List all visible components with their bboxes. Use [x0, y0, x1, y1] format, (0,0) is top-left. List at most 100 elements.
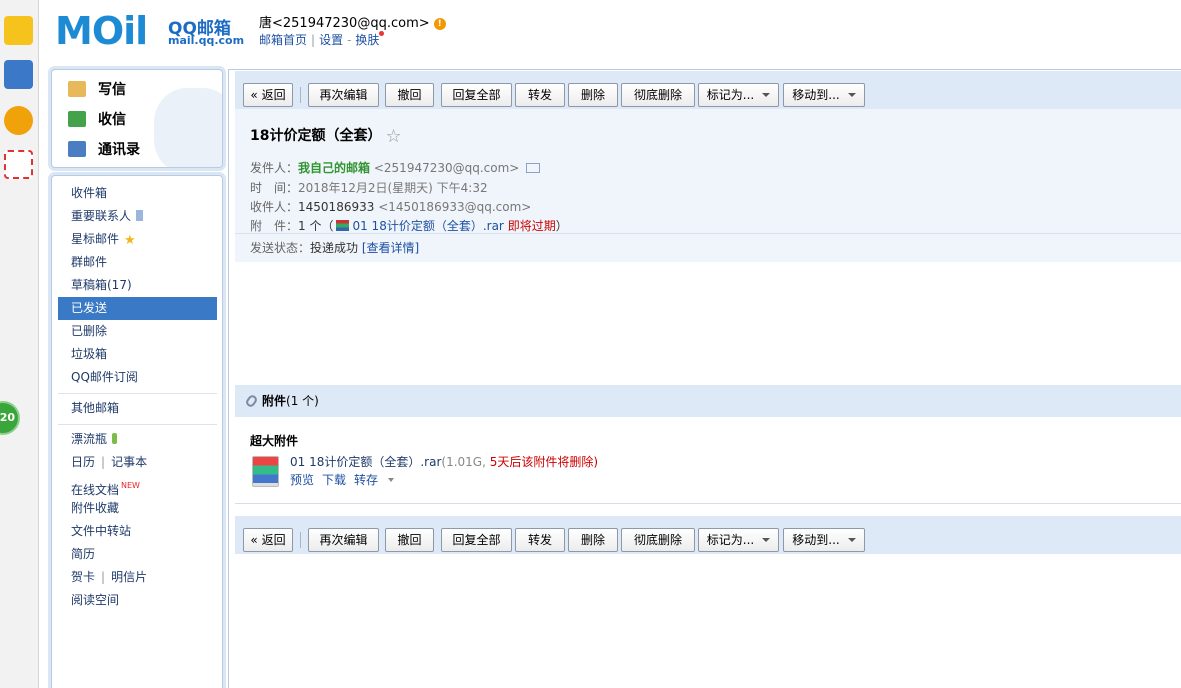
tool-docs[interactable]: 在线文档 NEW — [58, 474, 217, 497]
folder-sent[interactable]: 已发送 — [58, 297, 217, 320]
write-button[interactable]: 写信 — [68, 78, 126, 102]
folder-label: 群邮件 — [71, 255, 108, 269]
postcard-link[interactable]: 明信片 — [111, 570, 147, 584]
mail-at-icon[interactable] — [4, 150, 33, 179]
from-row: 发件人：我自己的邮箱 <251947230@qq.com> — [250, 159, 541, 176]
mark-as-dropdown[interactable]: 标记为... — [698, 83, 779, 107]
delete-button[interactable]: 删除 — [568, 83, 618, 107]
mail-subject: 18计价定额（全套） ☆ — [250, 125, 402, 147]
nav-settings-link[interactable]: 设置 — [319, 33, 343, 47]
move-to-label: 移动到... — [792, 88, 840, 102]
reedit-button[interactable]: 再次编辑 — [308, 528, 379, 552]
logo[interactable]: MOil QQ邮箱 mail.qq.com — [55, 9, 244, 53]
attachment-file-size: (1.01G, — [441, 455, 486, 469]
recall-button[interactable]: 撤回 — [385, 528, 434, 552]
to-name[interactable]: 1450186933 — [298, 200, 374, 214]
reply-all-button[interactable]: 回复全部 — [441, 528, 512, 552]
receive-button[interactable]: 收信 — [68, 108, 126, 132]
nav-home-link[interactable]: 邮箱首页 — [259, 33, 307, 47]
preview-link[interactable]: 预览 — [290, 473, 314, 487]
recall-button[interactable]: 撤回 — [385, 83, 434, 107]
attachment-row: 附 件：1 个（ 01 18计价定额（全套）.rar 即将过期） — [250, 217, 568, 234]
nav-skin-link[interactable]: 换肤 — [355, 33, 379, 47]
contacts-button[interactable]: 通讯录 — [68, 138, 140, 162]
folder-spam[interactable]: 垃圾箱 — [58, 343, 217, 366]
folder-starred[interactable]: 星标邮件 ★ — [58, 228, 217, 251]
tool-file-transfer[interactable]: 文件中转站 — [58, 520, 217, 543]
delete-button[interactable]: 删除 — [568, 528, 618, 552]
attachment-count: 1 个（ — [298, 219, 334, 233]
calendar-link[interactable]: 日历 — [71, 455, 95, 469]
notification-dot — [379, 31, 385, 36]
move-to-label: 移动到... — [792, 533, 840, 547]
tool-bottle[interactable]: 漂流瓶 — [58, 428, 217, 451]
news-icon[interactable] — [4, 60, 33, 89]
resume-label: 简历 — [71, 547, 96, 561]
star-icon[interactable] — [4, 16, 33, 45]
folder-label: 星标邮件 — [71, 232, 120, 246]
logo-text: MOil — [55, 9, 148, 53]
attachment-expiry-note: 5天后该附件将删除 — [489, 455, 594, 469]
reedit-button[interactable]: 再次编辑 — [308, 83, 379, 107]
folder-label: 重要联系人 — [71, 209, 132, 223]
status-value: 投递成功 — [310, 241, 359, 255]
folder-label: 草稿箱(17) — [71, 278, 132, 292]
tool-reading[interactable]: 阅读空间 — [58, 589, 217, 612]
delete-permanently-button[interactable]: 彻底删除 — [621, 83, 695, 107]
from-name[interactable]: 我自己的邮箱 — [298, 161, 370, 175]
back-button[interactable]: « 返回 — [243, 83, 293, 107]
save-dropdown[interactable]: 转存 — [354, 473, 402, 487]
from-label: 发件人： — [250, 161, 299, 175]
status-details-link[interactable]: [查看详情] — [362, 241, 419, 255]
tool-resume[interactable]: 简历 — [58, 543, 217, 566]
time-row: 时 间：2018年12月2日(星期天) 下午4:32 — [250, 179, 488, 196]
nav-separator: - — [347, 33, 352, 47]
mark-as-dropdown[interactable]: 标记为... — [698, 528, 779, 552]
folder-label: QQ邮件订阅 — [71, 370, 138, 384]
back-button[interactable]: « 返回 — [243, 528, 293, 552]
attachment-paren: ) — [593, 455, 599, 469]
card-link[interactable]: 贺卡 — [71, 570, 95, 584]
write-label: 写信 — [98, 82, 126, 98]
warning-icon[interactable]: ! — [433, 18, 446, 30]
folder-label: 已删除 — [71, 324, 108, 338]
star-toggle-icon[interactable]: ☆ — [385, 126, 401, 147]
other-mailbox[interactable]: 其他邮箱 — [58, 397, 217, 420]
attachment-actions: 预览 下载 转存 — [290, 471, 410, 488]
folder-inbox[interactable]: 收件箱 — [58, 182, 217, 205]
bookmark-icon — [136, 210, 144, 221]
forward-button[interactable]: 转发 — [515, 83, 565, 107]
folder-subscriptions[interactable]: QQ邮件订阅 — [58, 366, 217, 389]
move-to-dropdown[interactable]: 移动到... — [783, 528, 865, 552]
attachment-file-name[interactable]: 01 18计价定额（全套）.rar — [290, 455, 441, 469]
download-link[interactable]: 下载 — [322, 473, 346, 487]
attachment-link[interactable]: 01 18计价定额（全套）.rar — [352, 219, 503, 233]
score-badge[interactable]: 20 — [0, 401, 20, 435]
folder-nav: 收件箱 重要联系人 星标邮件 ★ 群邮件 草稿箱(17) 已发送 已删除 垃圾箱 … — [51, 175, 223, 688]
attachment-label: 附 件： — [250, 219, 299, 233]
folder-drafts[interactable]: 草稿箱(17) — [58, 274, 217, 297]
folder-group-mail[interactable]: 群邮件 — [58, 251, 217, 274]
notes-link[interactable]: 记事本 — [111, 455, 147, 469]
paperclip-icon — [244, 393, 259, 409]
folder-deleted[interactable]: 已删除 — [58, 320, 217, 343]
folder-label: 收件箱 — [71, 186, 108, 200]
attachment-paren: ） — [555, 219, 568, 233]
delete-permanently-button[interactable]: 彻底删除 — [621, 528, 695, 552]
time-label: 时 间： — [250, 181, 299, 195]
move-to-dropdown[interactable]: 移动到... — [783, 83, 865, 107]
to-label: 收件人： — [250, 200, 299, 214]
contact-card-icon[interactable] — [526, 163, 541, 173]
chevron-down-icon — [847, 93, 856, 97]
folder-important-contacts[interactable]: 重要联系人 — [58, 205, 217, 228]
weibo-icon[interactable] — [4, 106, 33, 135]
status-label: 发送状态： — [250, 241, 311, 255]
reply-all-button[interactable]: 回复全部 — [441, 83, 512, 107]
forward-button[interactable]: 转发 — [515, 528, 565, 552]
penguin-watermark-icon — [154, 88, 222, 167]
tool-attachments[interactable]: 附件收藏 — [58, 497, 217, 520]
attachments-title: 附件 — [262, 394, 287, 408]
toolbar-divider — [300, 87, 301, 103]
mail-toolbar-top: « 返回 再次编辑 撤回 回复全部 转发 删除 彻底删除 标记为... 移动到.… — [235, 71, 1181, 109]
expire-warning: 即将过期 — [507, 219, 556, 233]
